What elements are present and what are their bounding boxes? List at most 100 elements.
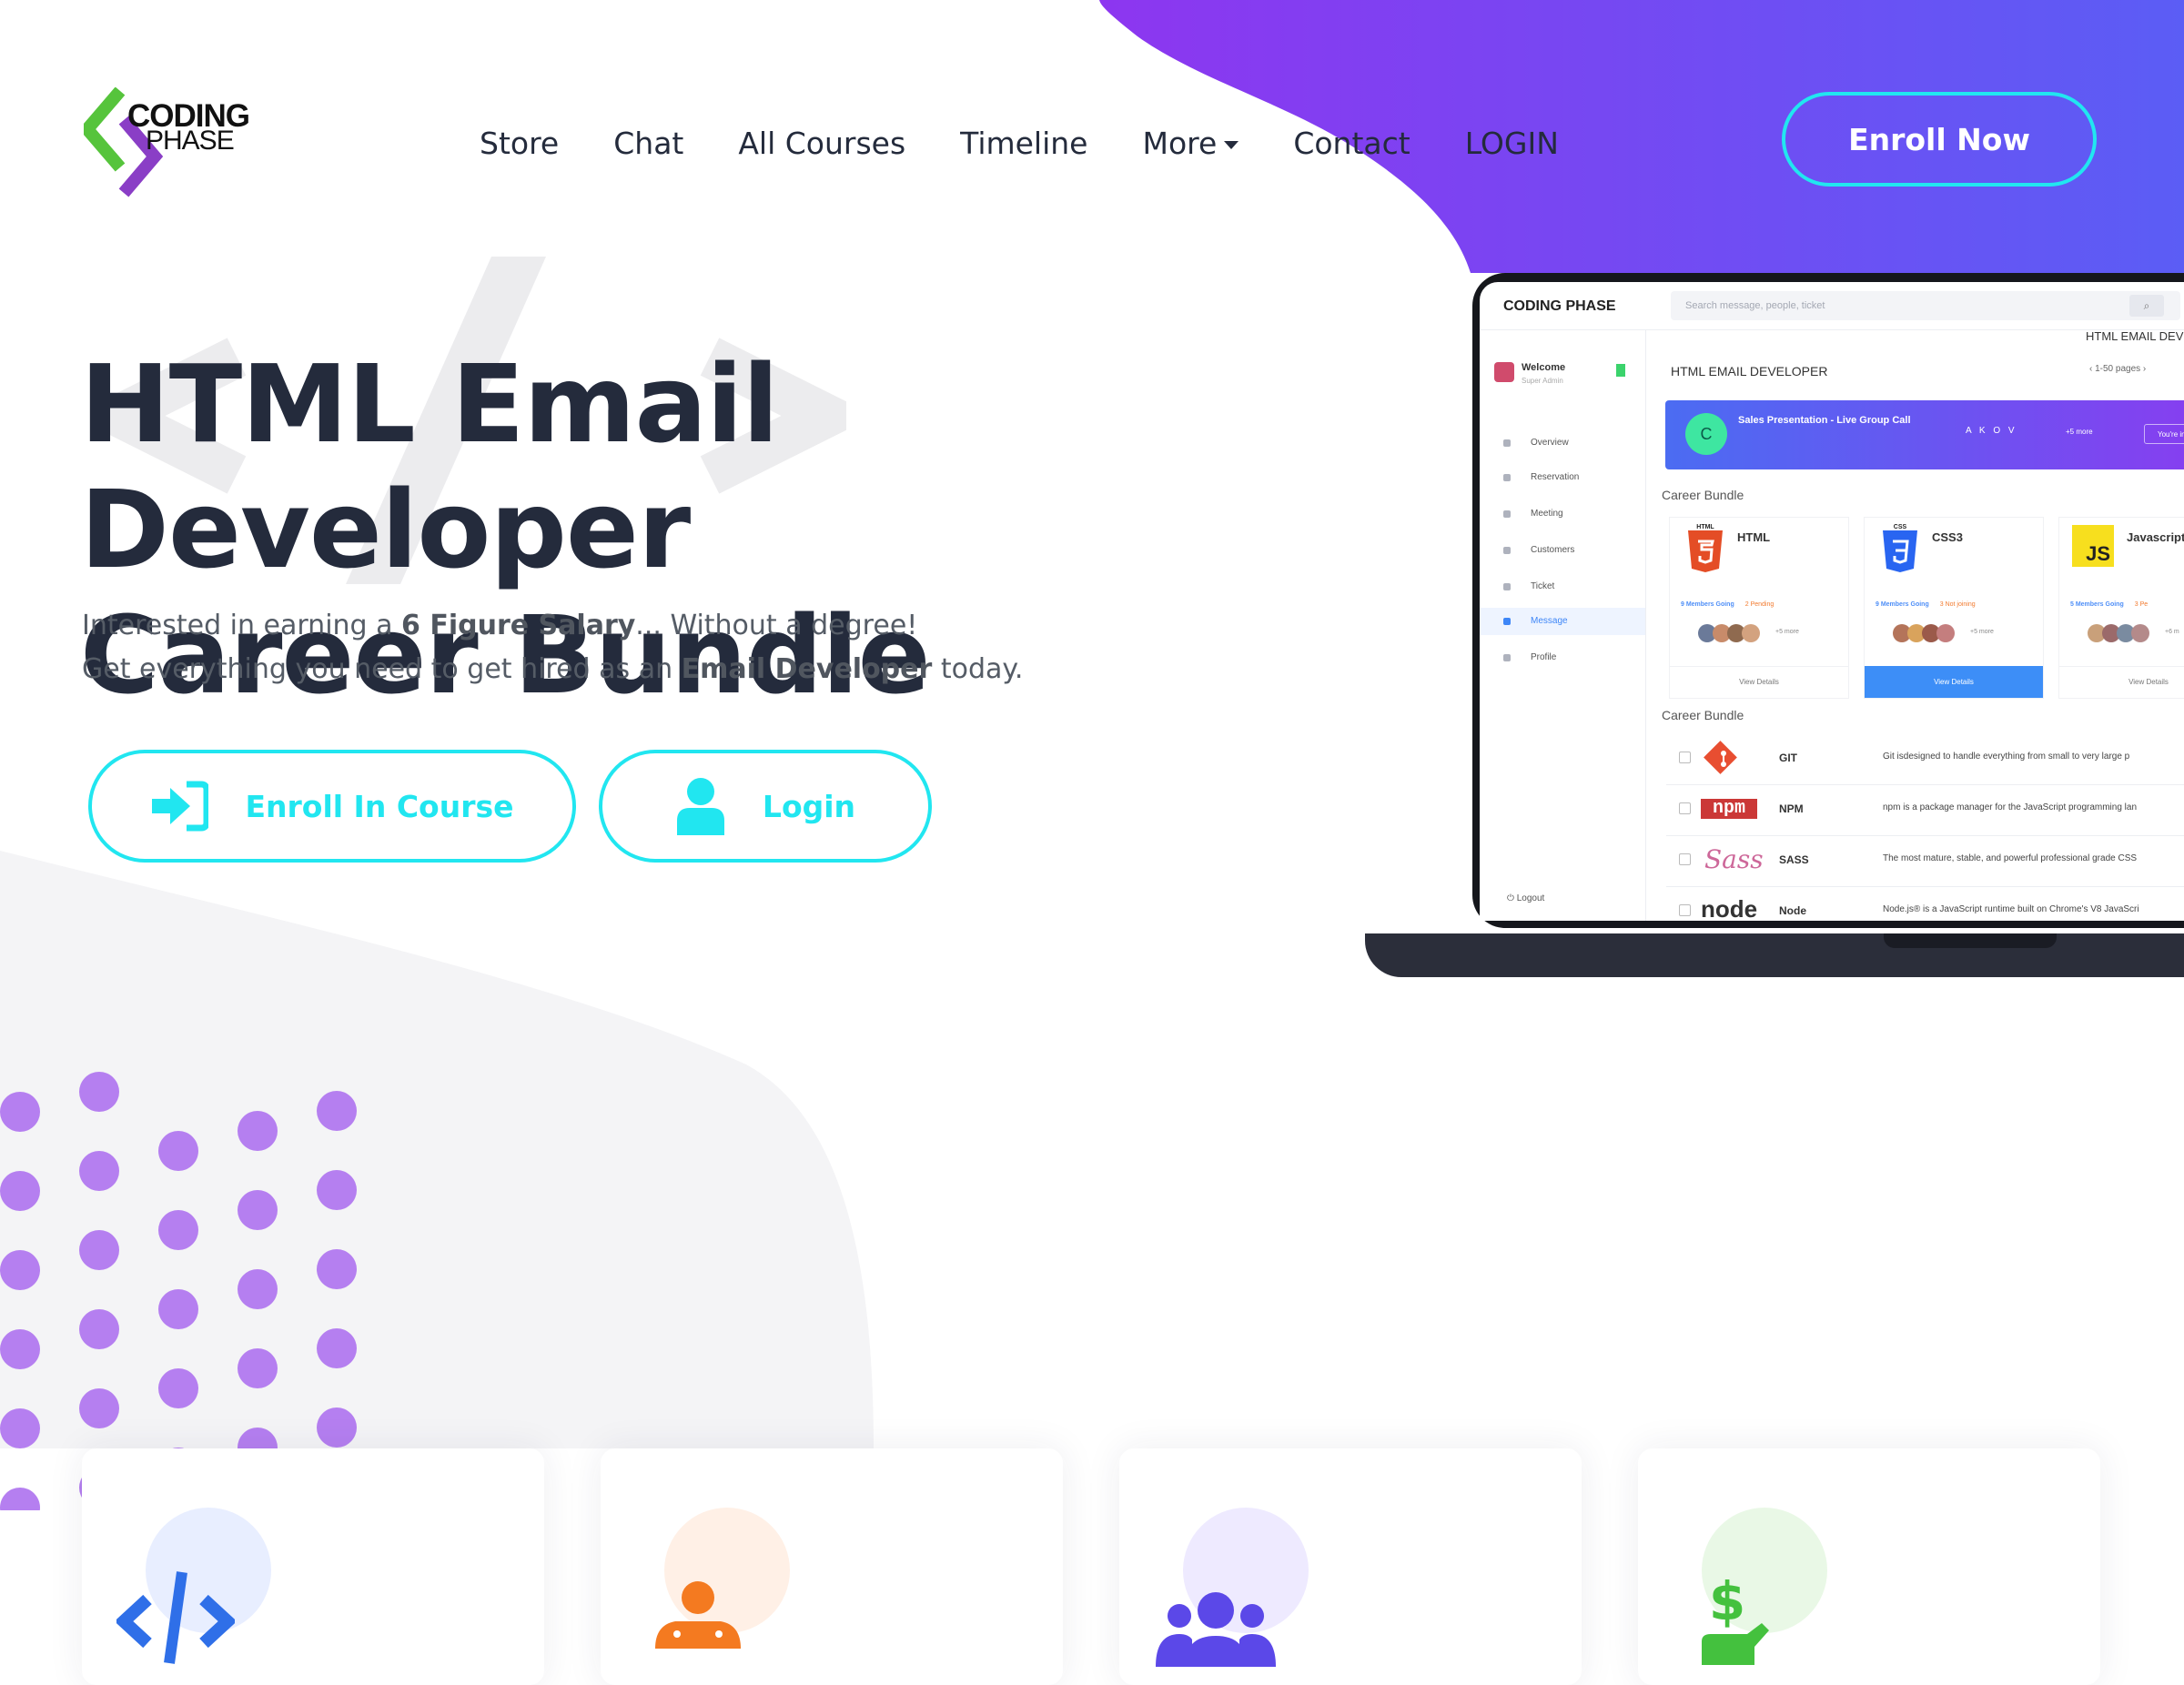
user-icon	[676, 778, 724, 835]
feature-card-dollar[interactable]: $	[1638, 1448, 2100, 1685]
enroll-in-course-button[interactable]: Enroll In Course	[88, 750, 576, 863]
course-status: 2 Pending	[1744, 601, 1774, 608]
course-card-html: HTML HTML 9 Members Going 2 Pending +5 mo…	[1669, 517, 1849, 699]
course-more: +6 m	[2165, 629, 2179, 635]
sub1-text: Interested in earning a	[82, 610, 402, 641]
feature-card-code[interactable]	[82, 1448, 544, 1685]
nav-store[interactable]: Store	[480, 126, 559, 161]
dollar-icon: $	[1702, 1570, 1769, 1665]
sub1-highlight: 6 Figure Salary	[401, 610, 636, 641]
enroll-now-button[interactable]: Enroll Now	[1782, 92, 2097, 187]
node-icon: node	[1701, 895, 1758, 921]
dashboard-sidebar: Welcome Super Admin Overview Reservation…	[1480, 329, 1646, 921]
decorative-dot	[79, 1388, 119, 1428]
message-icon	[1503, 618, 1511, 625]
course-status: 3 Not joining	[1939, 601, 1976, 608]
banner-title: Sales Presentation - Live Group Call	[1738, 415, 1911, 426]
git-icon	[1704, 741, 1737, 774]
profile-icon	[1503, 654, 1511, 661]
decorative-dot	[79, 1151, 119, 1191]
main-nav: Store Chat All Courses Timeline More Con…	[480, 120, 1613, 166]
html5-icon: HTML	[1688, 524, 1723, 572]
view-details-link: View Details	[1865, 666, 2043, 698]
row-checkbox	[1679, 904, 1691, 916]
course-more: +5 more	[1775, 629, 1799, 635]
sub2-highlight: Email Developer	[681, 653, 933, 685]
course-card-javascript: JS Javascript 5 Members Going 3 Pe +6 m V…	[2058, 517, 2184, 699]
member-avatars	[1893, 624, 1955, 642]
nav-timeline[interactable]: Timeline	[960, 126, 1087, 161]
dashboard-page-title: HTML EMAIL DEVELOPER	[1671, 364, 1828, 378]
sidebar-item-meeting: Meeting	[1480, 500, 1645, 528]
dashboard-topbar: CODING PHASE Search message, people, tic…	[1480, 282, 2184, 330]
tool-description: Node.js® is a JavaScript runtime built o…	[1883, 904, 2139, 914]
sidebar-item-label: Meeting	[1531, 509, 1563, 519]
course-members: 9 Members Going	[1681, 601, 1734, 608]
decorative-dot	[317, 1328, 357, 1368]
laptop-mockup: CODING PHASE Search message, people, tic…	[1365, 273, 2184, 983]
dashboard-search: Search message, people, ticket ⌕	[1671, 291, 2180, 320]
users-icon	[1503, 547, 1511, 554]
table-row: npm NPM npm is a package manager for the…	[1666, 784, 2184, 836]
login-button[interactable]: Login	[599, 750, 932, 863]
dashboard-brand: CODING PHASE	[1503, 298, 1616, 314]
dashboard-preview: CODING PHASE Search message, people, tic…	[1480, 282, 2184, 921]
decorative-dot	[238, 1190, 278, 1230]
logout-item: ⏻ Logout	[1507, 893, 1545, 903]
course-members: 9 Members Going	[1876, 601, 1929, 608]
decorative-dot	[79, 1309, 119, 1349]
decorative-dot	[0, 1092, 40, 1132]
nav-contact[interactable]: Contact	[1293, 126, 1410, 161]
tool-name: GIT	[1779, 752, 1797, 764]
calendar-icon	[1503, 510, 1511, 518]
feature-card-group[interactable]	[1119, 1448, 1582, 1685]
dashboard-search-placeholder: Search message, people, ticket	[1685, 300, 1825, 311]
decorative-dot	[158, 1210, 198, 1250]
npm-icon: npm	[1701, 799, 1757, 819]
tool-description: The most mature, stable, and powerful pr…	[1883, 853, 2138, 863]
nav-login[interactable]: LOGIN	[1465, 126, 1559, 161]
course-stats: 9 Members Going 2 Pending	[1681, 601, 1774, 608]
course-status: 3 Pe	[2134, 601, 2149, 608]
course-name: CSS3	[1932, 530, 1963, 544]
sidebar-item-label: Overview	[1531, 438, 1569, 448]
css-badge-label: CSS	[1894, 524, 1907, 530]
code-icon	[116, 1571, 235, 1664]
laptop-notch	[1884, 933, 2057, 948]
course-name: HTML	[1737, 530, 1771, 544]
svg-text:$: $	[1709, 1570, 1745, 1632]
tool-name: Node	[1779, 904, 1806, 917]
decorative-dot	[158, 1368, 198, 1408]
hero-subtitle-line1: Interested in earning a 6 Figure Salary.…	[82, 610, 1174, 641]
nav-all-courses[interactable]: All Courses	[738, 126, 905, 161]
section-title-2: Career Bundle	[1662, 708, 1744, 722]
logout-label: Logout	[1516, 893, 1545, 903]
decorative-dot	[317, 1408, 357, 1448]
live-call-banner: C Sales Presentation - Live Group Call A…	[1665, 400, 2184, 469]
decorative-dot	[238, 1269, 278, 1309]
hero-title-line1: HTML Email Developer	[80, 341, 779, 592]
sidebar-item-label: Profile	[1531, 652, 1557, 662]
dashboard-breadcrumb: HTML EMAIL DEVELOPER	[2086, 329, 2184, 343]
decorative-dot	[0, 1171, 40, 1211]
course-card-css3: CSS CSS3 9 Members Going 3 Not joining +5…	[1864, 517, 2044, 699]
sub2-text: Get everything you need to get hired as …	[82, 653, 682, 685]
dashboard-pager: ‹ 1-50 pages ›	[2089, 364, 2147, 374]
view-details-link: View Details	[1670, 666, 1848, 698]
nav-more-dropdown[interactable]: More	[1143, 126, 1239, 161]
tool-description: npm is a package manager for the JavaScr…	[1883, 802, 2138, 812]
tool-name: NPM	[1779, 802, 1804, 815]
row-checkbox	[1679, 752, 1691, 763]
nav-chat[interactable]: Chat	[613, 126, 683, 161]
decorative-dot	[79, 1230, 119, 1270]
ticket-icon	[1503, 583, 1511, 590]
enroll-in-course-label: Enroll In Course	[245, 788, 514, 824]
sign-in-arrow-icon	[152, 781, 209, 832]
table-row: Sass SASS The most mature, stable, and p…	[1666, 835, 2184, 887]
feature-card-person[interactable]	[601, 1448, 1063, 1685]
sidebar-item-label: Reservation	[1531, 472, 1580, 482]
sub2-text-end: today.	[932, 653, 1024, 685]
decorative-dot	[0, 1488, 40, 1510]
course-members: 5 Members Going	[2070, 601, 2124, 608]
decorative-dot	[0, 1250, 40, 1290]
